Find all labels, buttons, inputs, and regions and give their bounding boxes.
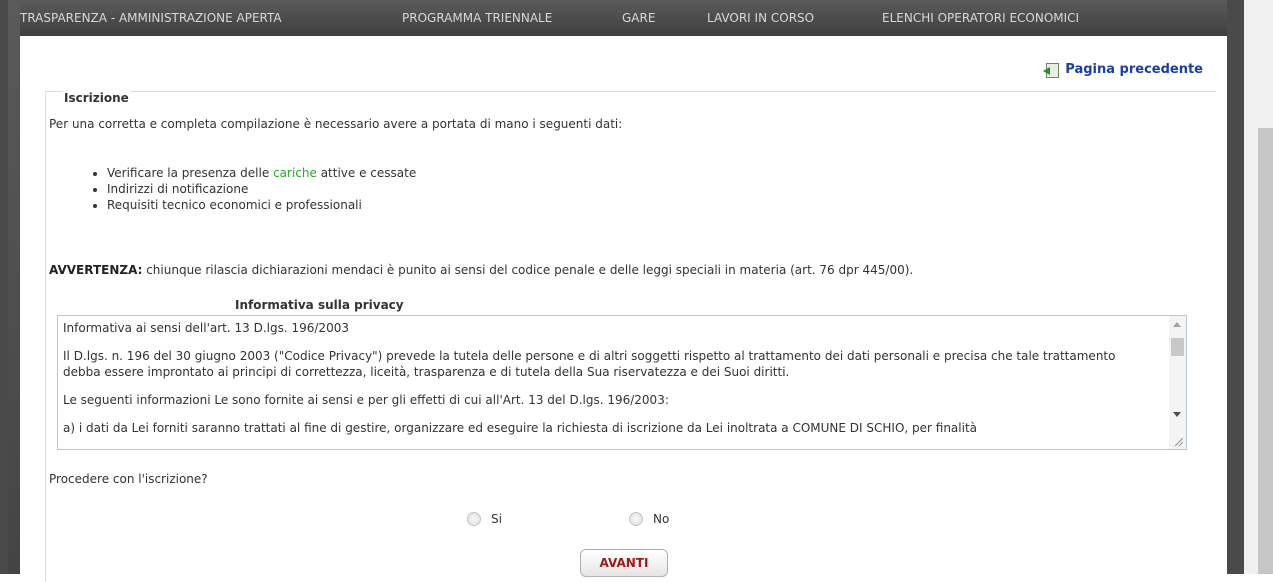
proceed-question: Procedere con l'iscrizione? xyxy=(49,472,208,486)
back-link[interactable]: Pagina precedente xyxy=(1043,62,1203,78)
requirement-text: Indirizzi di notificazione xyxy=(107,182,249,196)
privacy-scroll-thumb[interactable] xyxy=(1171,338,1184,356)
radio-option-no[interactable]: No xyxy=(629,512,669,526)
nav-item-trasparenza[interactable]: TRASPARENZA - AMMINISTRAZIONE APERTA xyxy=(20,11,282,25)
radio-no-label: No xyxy=(653,512,670,526)
privacy-paragraph: a) i dati da Lei forniti saranno trattat… xyxy=(63,421,978,435)
back-page-icon xyxy=(1043,62,1060,78)
intro-text: Per una corretta e completa compilazione… xyxy=(49,117,623,131)
list-item: Requisiti tecnico economici e profession… xyxy=(107,197,416,213)
nav-item-lavori-in-corso[interactable]: LAVORI IN CORSO xyxy=(707,11,814,25)
radio-si[interactable] xyxy=(467,512,481,526)
privacy-scrollbar[interactable] xyxy=(1169,316,1186,449)
page-frame-right xyxy=(1227,0,1244,574)
section-legend: Iscrizione xyxy=(62,91,131,105)
requirement-text: attive e cessate xyxy=(316,166,417,180)
scroll-up-icon[interactable] xyxy=(1173,322,1181,327)
nav-item-programma-triennale[interactable]: PROGRAMMA TRIENNALE xyxy=(402,11,552,25)
scroll-down-icon[interactable] xyxy=(1173,412,1181,417)
warning-body: chiunque rilascia dichiarazioni mendaci … xyxy=(142,263,914,277)
warning-text: AVVERTENZA: chiunque rilascia dichiarazi… xyxy=(49,263,913,277)
radio-no[interactable] xyxy=(629,512,643,526)
radio-si-label: Si xyxy=(491,512,502,526)
nav-item-gare[interactable]: GARE xyxy=(622,11,655,25)
privacy-paragraph: Il D.lgs. n. 196 del 30 giugno 2003 ("Co… xyxy=(63,349,1116,379)
requirement-text: Requisiti tecnico economici e profession… xyxy=(107,198,362,212)
privacy-title: Informativa sulla privacy xyxy=(235,298,404,312)
privacy-paragraph: Informativa ai sensi dell'art. 13 D.lgs.… xyxy=(63,321,349,335)
warning-label: AVVERTENZA: xyxy=(49,263,143,277)
resize-grip-icon[interactable] xyxy=(1175,438,1183,446)
requirements-list: Verificare la presenza delle cariche att… xyxy=(49,165,416,213)
back-link-label: Pagina precedente xyxy=(1065,62,1203,77)
cariche-link[interactable]: cariche xyxy=(273,166,317,180)
main-content: Pagina precedente Iscrizione Per una cor… xyxy=(20,36,1227,582)
privacy-paragraph: Le seguenti informazioni Le sono fornite… xyxy=(63,393,669,407)
page-frame-left xyxy=(0,0,20,574)
list-item: Verificare la presenza delle cariche att… xyxy=(107,165,416,181)
list-item: Indirizzi di notificazione xyxy=(107,181,416,197)
nav-item-elenchi-operatori[interactable]: ELENCHI OPERATORI ECONOMICI xyxy=(882,11,1079,25)
avanti-button[interactable]: AVANTI xyxy=(580,549,668,577)
requirement-text: Verificare la presenza delle xyxy=(107,166,274,180)
privacy-text: Informativa ai sensi dell'art. 13 D.lgs.… xyxy=(63,320,1153,448)
top-navigation: TRASPARENZA - AMMINISTRAZIONE APERTA PRO… xyxy=(20,0,1227,36)
page-scrollbar-thumb[interactable] xyxy=(1258,128,1273,574)
privacy-textarea[interactable]: Informativa ai sensi dell'art. 13 D.lgs.… xyxy=(57,315,1187,450)
radio-option-si[interactable]: Si xyxy=(467,512,502,526)
